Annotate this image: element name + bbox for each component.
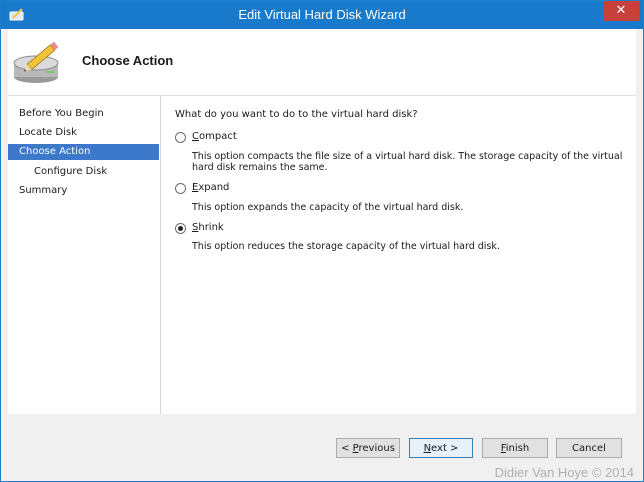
nav-item-locate-disk[interactable]: Locate Disk (8, 125, 159, 141)
wizard-footer: < Previous Next > Finish Cancel (8, 414, 636, 462)
page-title: Choose Action (82, 53, 174, 68)
shrink-radio[interactable] (175, 223, 186, 234)
wizard-step-nav: Before You Begin Locate Disk Choose Acti… (8, 96, 161, 414)
nav-item-before-you-begin[interactable]: Before You Begin (8, 106, 159, 122)
nav-item-summary[interactable]: Summary (8, 183, 159, 199)
wizard-content: What do you want to do to the virtual ha… (161, 96, 636, 414)
compact-description: This option compacts the file size of a … (192, 151, 623, 173)
shrink-label[interactable]: Shrink (192, 222, 224, 233)
expand-description: This option expands the capacity of the … (192, 202, 464, 213)
previous-button[interactable]: < Previous (336, 438, 400, 458)
radio-selected-dot (178, 226, 183, 231)
nav-item-configure-disk[interactable]: Configure Disk (8, 164, 159, 180)
compact-label[interactable]: Compact (192, 131, 237, 142)
title-bar[interactable]: Edit Virtual Hard Disk Wizard ✕ (1, 1, 643, 29)
watermark: Didier Van Hoye © 2014 (494, 465, 634, 480)
compact-radio[interactable] (175, 132, 186, 143)
action-question: What do you want to do to the virtual ha… (175, 109, 418, 120)
nav-item-choose-action[interactable]: Choose Action (8, 144, 159, 160)
next-button[interactable]: Next > (409, 438, 473, 458)
close-button[interactable]: ✕ (603, 1, 639, 21)
expand-radio[interactable] (175, 183, 186, 194)
expand-label[interactable]: Expand (192, 182, 229, 193)
window-title: Edit Virtual Hard Disk Wizard (238, 7, 406, 22)
wizard-window: Edit Virtual Hard Disk Wizard ✕ Choose A… (0, 0, 644, 482)
wizard-header: Choose Action (8, 29, 636, 96)
shrink-description: This option reduces the storage capacity… (192, 241, 500, 252)
cancel-button[interactable]: Cancel (556, 438, 622, 458)
finish-button[interactable]: Finish (482, 438, 548, 458)
disk-pencil-icon (13, 41, 59, 83)
